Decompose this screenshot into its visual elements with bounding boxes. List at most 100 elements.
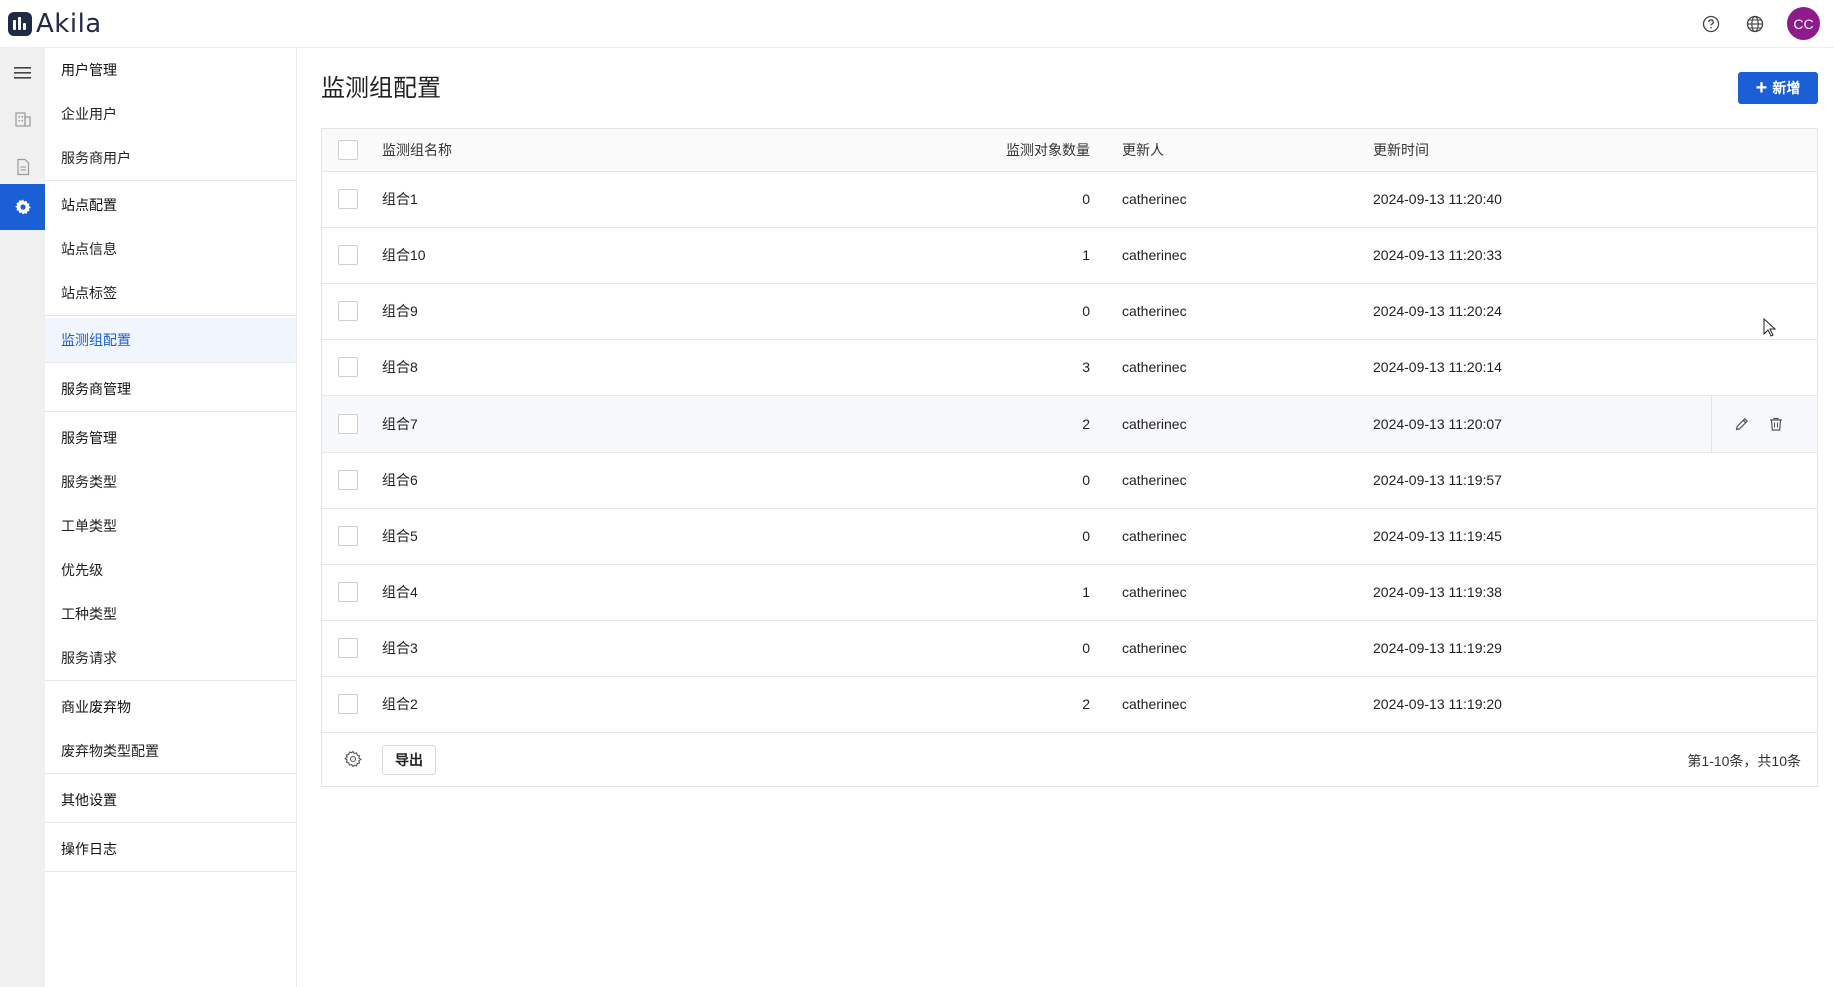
cell-updater: catherinec: [1122, 415, 1187, 432]
sidebar-item-provider-management[interactable]: 服务商管理: [45, 367, 296, 411]
cell-updater: catherinec: [1122, 472, 1187, 488]
sidebar-group-service: 服务管理 服务类型 工单类型 优先级 工种类型 服务请求: [45, 412, 296, 681]
sidebar-group-user: 用户管理 企业用户 服务商用户: [45, 48, 296, 181]
delete-icon[interactable]: [1768, 416, 1784, 432]
sidebar-item-site-tags[interactable]: 站点标签: [45, 271, 296, 315]
help-icon[interactable]: [1699, 12, 1723, 36]
cell-time: 2024-09-13 11:20:14: [1373, 359, 1502, 375]
cell-name: 组合9: [382, 303, 418, 319]
cell-count: 2: [1082, 415, 1090, 432]
row-checkbox[interactable]: [338, 694, 358, 715]
row-checkbox[interactable]: [338, 638, 358, 658]
table-row[interactable]: 组合4 1 catherinec 2024-09-13 11:19:38: [322, 564, 1817, 620]
sidebar-group-monitor: 监测组配置: [45, 316, 296, 363]
sidebar-item-enterprise-users[interactable]: 企业用户: [45, 92, 296, 136]
sidebar-item-site-info[interactable]: 站点信息: [45, 227, 296, 271]
sidebar-group-site: 站点配置 站点信息 站点标签: [45, 181, 296, 316]
sidebar-item-trade-type[interactable]: 工种类型: [45, 592, 296, 636]
row-checkbox[interactable]: [338, 470, 358, 490]
cell-count: 0: [1082, 528, 1090, 544]
cell-time: 2024-09-13 11:19:20: [1373, 696, 1502, 713]
app-logo[interactable]: Akila: [8, 9, 102, 39]
logo-text: Akila: [36, 9, 102, 39]
edit-icon[interactable]: [1734, 416, 1750, 432]
table-row[interactable]: 组合1 0 catherinec 2024-09-13 11:20:40: [322, 171, 1817, 227]
avatar[interactable]: CC: [1787, 7, 1820, 40]
sidebar-item-operation-log[interactable]: 操作日志: [45, 827, 296, 871]
add-button-label: 新增: [1772, 80, 1801, 96]
sidebar-item-other-settings[interactable]: 其他设置: [45, 778, 296, 822]
export-button[interactable]: 导出: [382, 745, 436, 775]
table-row[interactable]: 组合6 0 catherinec 2024-09-13 11:19:57: [322, 452, 1817, 508]
cell-count: 1: [1082, 584, 1090, 600]
cell-count: 0: [1082, 472, 1090, 488]
row-checkbox[interactable]: [338, 582, 358, 602]
monitor-group-table: 监测组名称 监测对象数量 更新人 更新时间 组合1 0 catherinec 2024…: [321, 128, 1818, 787]
cell-time: 2024-09-13 11:20:33: [1373, 247, 1502, 263]
cell-time: 2024-09-13 11:19:45: [1373, 528, 1502, 544]
cell-name: 组合7: [382, 415, 418, 432]
mouse-cursor-icon: [1763, 317, 1777, 341]
sidebar-group-provider: 服务商管理: [45, 363, 296, 412]
table-row[interactable]: 组合3 0 catherinec 2024-09-13 11:19:29: [322, 620, 1817, 676]
table-row[interactable]: 组合8 3 catherinec 2024-09-13 11:20:14: [322, 339, 1817, 395]
row-checkbox[interactable]: [338, 413, 358, 434]
sidebar-item-service-management[interactable]: 服务管理: [45, 416, 296, 460]
table-row[interactable]: 组合7 2 catherinec 2024-09-13 11:20:07: [322, 395, 1817, 452]
table-row[interactable]: 组合9 0 catherinec 2024-09-13 11:20:24: [322, 283, 1817, 339]
sidebar-item-provider-users[interactable]: 服务商用户: [45, 136, 296, 180]
cell-time: 2024-09-13 11:20:07: [1373, 415, 1502, 432]
column-settings-gear-icon[interactable]: [344, 750, 362, 771]
column-header-count[interactable]: 监测对象数量: [902, 129, 1090, 171]
cell-count: 2: [1082, 696, 1090, 713]
table-header-row: 监测组名称 监测对象数量 更新人 更新时间: [322, 129, 1817, 171]
sidebar-item-priority[interactable]: 优先级: [45, 548, 296, 592]
plus-icon: +: [1755, 77, 1768, 99]
cell-name: 组合3: [382, 640, 418, 656]
icon-rail: [0, 48, 45, 987]
sidebar-item-service-type[interactable]: 服务类型: [45, 460, 296, 504]
add-button[interactable]: + 新增: [1738, 72, 1818, 104]
cell-name: 组合2: [382, 696, 418, 713]
sidebar-item-user-management[interactable]: 用户管理: [45, 48, 296, 92]
select-all-checkbox[interactable]: [338, 139, 358, 160]
column-header-updater[interactable]: 更新人: [1090, 129, 1373, 171]
sidebar-item-commercial-waste[interactable]: 商业废弃物: [45, 685, 296, 729]
cell-count: 0: [1082, 640, 1090, 656]
row-checkbox[interactable]: [338, 301, 358, 321]
cell-time: 2024-09-13 11:20:40: [1373, 191, 1502, 207]
sidebar-item-service-request[interactable]: 服务请求: [45, 636, 296, 680]
row-checkbox[interactable]: [338, 189, 358, 209]
column-header-time[interactable]: 更新时间: [1373, 129, 1711, 171]
cell-updater: catherinec: [1122, 528, 1187, 544]
page-title: 监测组配置: [321, 75, 441, 102]
cell-name: 组合8: [382, 359, 418, 375]
column-header-name[interactable]: 监测组名称: [382, 129, 902, 171]
menu-icon[interactable]: [0, 50, 45, 96]
sidebar-item-monitor-group-config[interactable]: 监测组配置: [45, 318, 296, 362]
sidebar-group-log: 操作日志: [45, 823, 296, 872]
table-footer: 导出 第1-10条，共10条: [322, 732, 1817, 786]
table-row[interactable]: 组合5 0 catherinec 2024-09-13 11:19:45: [322, 508, 1817, 564]
row-checkbox[interactable]: [338, 245, 358, 265]
cell-name: 组合5: [382, 528, 418, 544]
logo-mark-icon: [8, 12, 32, 36]
globe-icon[interactable]: [1743, 12, 1767, 36]
cell-time: 2024-09-13 11:20:24: [1373, 303, 1502, 319]
cell-name: 组合1: [382, 191, 418, 207]
cell-time: 2024-09-13 11:19:38: [1373, 584, 1502, 600]
sidebar-item-work-order-type[interactable]: 工单类型: [45, 504, 296, 548]
sidebar-group-waste: 商业废弃物 废弃物类型配置: [45, 681, 296, 774]
main-content: 监测组配置 + 新增 监测组名称 监测对象数量 更新人 更新时间 组合1 0 cat…: [298, 48, 1834, 987]
cell-name: 组合10: [382, 247, 426, 263]
table-row[interactable]: 组合10 1 catherinec 2024-09-13 11:20:33: [322, 227, 1817, 283]
sidebar-item-site-config[interactable]: 站点配置: [45, 183, 296, 227]
cell-count: 0: [1082, 303, 1090, 319]
row-checkbox[interactable]: [338, 357, 358, 377]
table-row[interactable]: 组合2 2 catherinec 2024-09-13 11:19:20: [322, 676, 1817, 732]
building-icon[interactable]: [0, 96, 45, 142]
row-checkbox[interactable]: [338, 526, 358, 546]
pagination-summary: 第1-10条，共10条: [1687, 753, 1801, 769]
gear-icon[interactable]: [0, 184, 45, 230]
sidebar-item-waste-type-config[interactable]: 废弃物类型配置: [45, 729, 296, 773]
